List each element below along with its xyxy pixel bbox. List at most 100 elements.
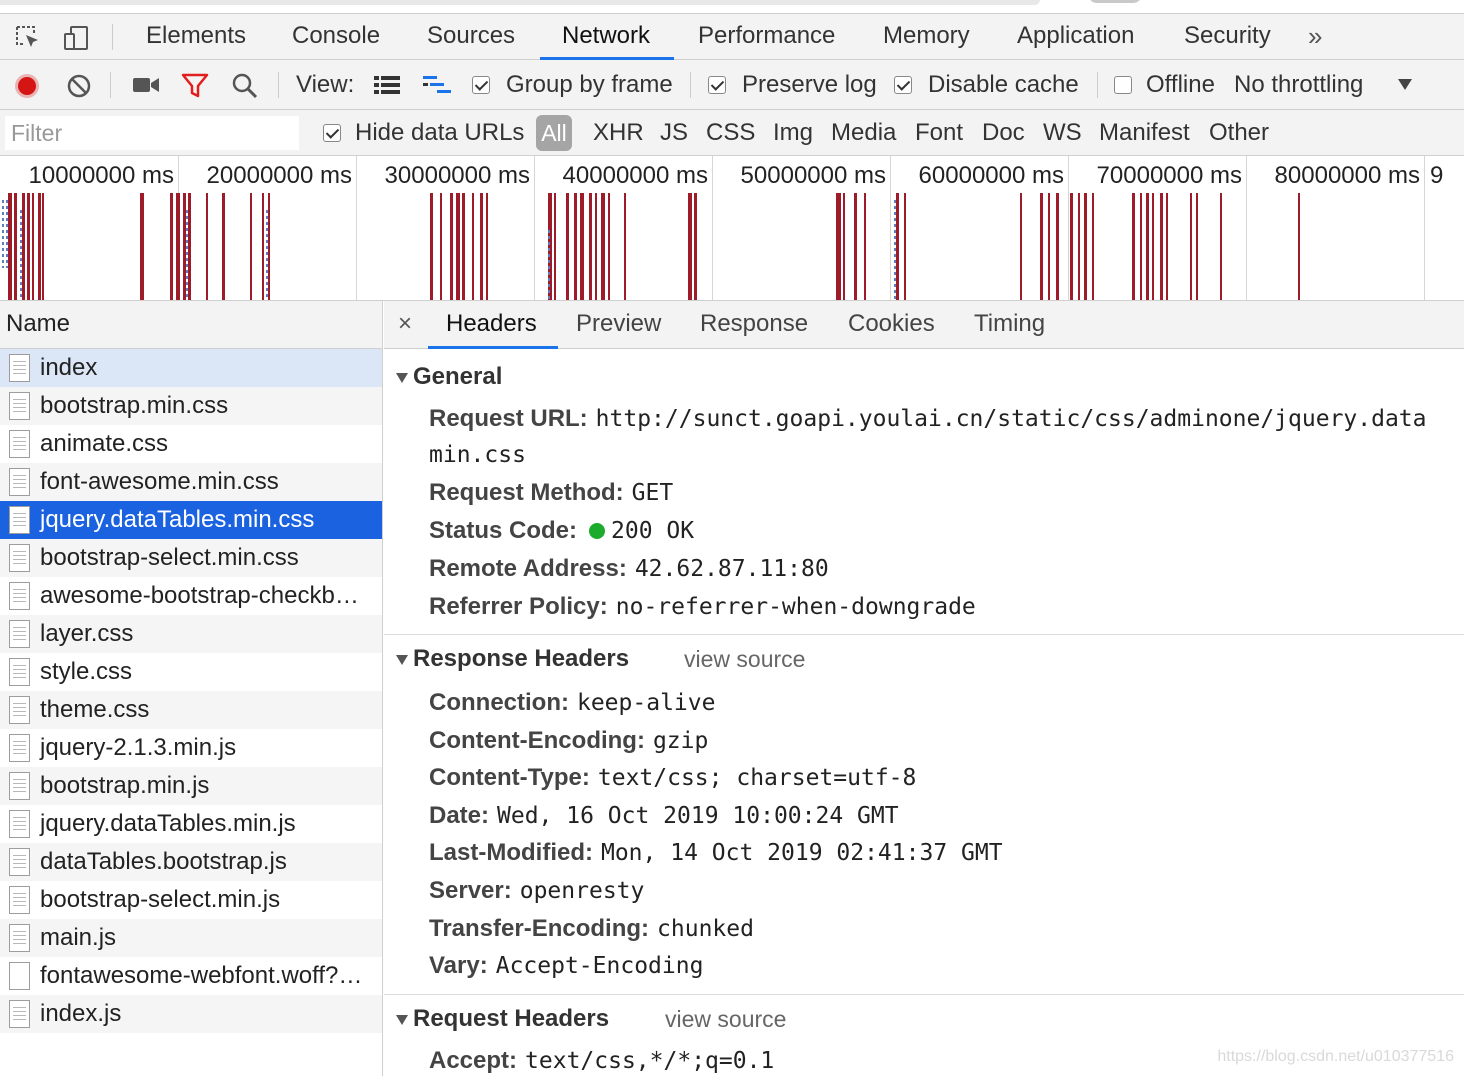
tab-elements[interactable]: Elements (146, 14, 246, 60)
details-tab-cookies[interactable]: Cookies (848, 301, 935, 347)
response-headers-section-toggle[interactable]: Response Headers (396, 645, 629, 673)
file-icon (9, 962, 30, 990)
request-row[interactable]: dataTables.bootstrap.js (0, 843, 382, 881)
request-method-key: Request Method: (429, 479, 624, 506)
filter-input[interactable] (5, 116, 299, 150)
request-row[interactable]: fontawesome-webfont.woff?v=4.4.0 (0, 957, 382, 995)
details-tab-headers[interactable]: Headers (446, 301, 537, 347)
request-row[interactable]: index.js (0, 995, 382, 1033)
header-row: Accept: text/css,*/*;q=0.1 (429, 1047, 774, 1075)
disable-cache-checkbox[interactable] (894, 76, 912, 94)
request-row[interactable]: animate.css (0, 425, 382, 463)
filter-type-media[interactable]: Media (831, 110, 896, 156)
filter-type-font[interactable]: Font (915, 110, 963, 156)
record-icon[interactable] (14, 73, 40, 99)
tab-performance[interactable]: Performance (698, 14, 835, 60)
request-row[interactable]: jquery-2.1.3.min.js (0, 729, 382, 767)
overview-gridline (1068, 156, 1069, 300)
section-divider (384, 994, 1464, 995)
preserve-log-checkbox[interactable] (708, 76, 726, 94)
details-tab-bar: × Headers Preview Response Cookies Timin… (384, 301, 1464, 349)
large-rows-icon[interactable] (373, 74, 401, 96)
request-name: fontawesome-webfont.woff?v=4.4.0 (40, 962, 382, 989)
request-headers-section-toggle[interactable]: Request Headers (396, 1005, 609, 1033)
request-row[interactable]: index (0, 349, 382, 387)
overview-tick-label: 70000000 ms (1096, 162, 1242, 189)
header-value: text/css,*/*;q=0.1 (525, 1048, 775, 1074)
response-view-source-link[interactable]: view source (684, 646, 805, 673)
general-section-toggle[interactable]: General (396, 363, 502, 391)
tab-memory[interactable]: Memory (883, 14, 970, 60)
tab-application[interactable]: Application (1017, 14, 1134, 60)
overview-waiting-marker (894, 200, 896, 300)
overview-waiting-marker (548, 230, 550, 300)
offline-checkbox[interactable] (1114, 76, 1132, 94)
close-details-icon[interactable]: × (398, 301, 412, 347)
overview-request-bar (1040, 193, 1043, 300)
device-toolbar-icon[interactable] (62, 24, 90, 52)
request-row[interactable]: theme.css (0, 691, 382, 729)
request-row[interactable]: style.css (0, 653, 382, 691)
overview-gridline (1246, 156, 1247, 300)
tab-security[interactable]: Security (1184, 14, 1271, 60)
overview-request-bar (1140, 193, 1142, 300)
request-row[interactable]: bootstrap-select.min.js (0, 881, 382, 919)
filter-type-other[interactable]: Other (1209, 110, 1269, 156)
request-row[interactable]: bootstrap.min.js (0, 767, 382, 805)
details-tab-timing[interactable]: Timing (974, 301, 1045, 347)
header-value: Wed, 16 Oct 2019 10:00:24 GMT (497, 802, 899, 829)
overview-request-bar (1196, 193, 1198, 300)
request-view-source-link[interactable]: view source (665, 1006, 786, 1033)
overview-waiting-marker (266, 210, 268, 300)
overview-request-bar (222, 193, 225, 300)
throttling-select[interactable]: No throttling (1234, 60, 1363, 110)
filter-type-img[interactable]: Img (773, 110, 813, 156)
request-row[interactable]: font-awesome.min.css (0, 463, 382, 501)
request-row[interactable]: jquery.dataTables.min.css (0, 501, 382, 539)
filter-type-ws[interactable]: WS (1043, 110, 1082, 156)
overview-gridline (356, 156, 357, 300)
request-row[interactable]: bootstrap.min.css (0, 387, 382, 425)
request-row[interactable]: jquery.dataTables.min.js (0, 805, 382, 843)
hide-data-urls-checkbox[interactable] (323, 124, 341, 142)
filter-type-doc[interactable]: Doc (982, 110, 1025, 156)
request-name: main.js (40, 924, 117, 951)
waterfall-overview-icon[interactable] (422, 74, 452, 96)
throttling-dropdown-icon[interactable] (1398, 79, 1412, 90)
tab-console[interactable]: Console (292, 14, 380, 60)
request-row[interactable]: main.js (0, 919, 382, 957)
search-icon[interactable] (231, 72, 259, 100)
filter-type-manifest[interactable]: Manifest (1099, 110, 1190, 156)
screenshot-video-icon[interactable] (132, 75, 160, 95)
tab-network[interactable]: Network (562, 14, 650, 60)
overview-request-bar (1152, 193, 1154, 300)
overview-tick-label: 10000000 ms (28, 162, 174, 189)
filter-funnel-icon[interactable] (181, 73, 209, 99)
inspect-element-icon[interactable] (14, 24, 42, 52)
request-row[interactable]: awesome-bootstrap-checkbox.css (0, 577, 382, 615)
filter-type-js[interactable]: JS (660, 110, 688, 156)
status-ok-dot-icon (589, 523, 606, 539)
filter-type-all[interactable]: All (536, 115, 572, 151)
group-by-frame-checkbox[interactable] (472, 76, 490, 94)
overview-request-bar (601, 193, 605, 300)
filter-type-xhr[interactable]: XHR (593, 110, 644, 156)
request-row[interactable]: bootstrap-select.min.css (0, 539, 382, 577)
file-icon (9, 468, 30, 496)
header-row: Last-Modified: Mon, 14 Oct 2019 02:41:37 … (429, 839, 1003, 867)
clear-icon[interactable] (66, 73, 92, 99)
overview-request-bar (580, 193, 584, 300)
details-tab-preview[interactable]: Preview (576, 301, 661, 347)
file-icon (9, 924, 30, 952)
more-tabs-chevron-icon[interactable]: » (1308, 14, 1322, 58)
general-section-title: General (413, 363, 503, 390)
details-tab-response[interactable]: Response (700, 301, 808, 347)
name-column-header[interactable]: Name (0, 301, 382, 349)
filter-type-css[interactable]: CSS (706, 110, 755, 156)
overview-request-bar (836, 193, 841, 300)
header-key: Server: (429, 877, 512, 904)
request-row[interactable]: layer.css (0, 615, 382, 653)
timeline-overview[interactable]: 10000000 ms 20000000 ms 30000000 ms 4000… (0, 156, 1464, 301)
request-details-panel: × Headers Preview Response Cookies Timin… (384, 301, 1464, 1076)
tab-sources[interactable]: Sources (427, 14, 515, 60)
